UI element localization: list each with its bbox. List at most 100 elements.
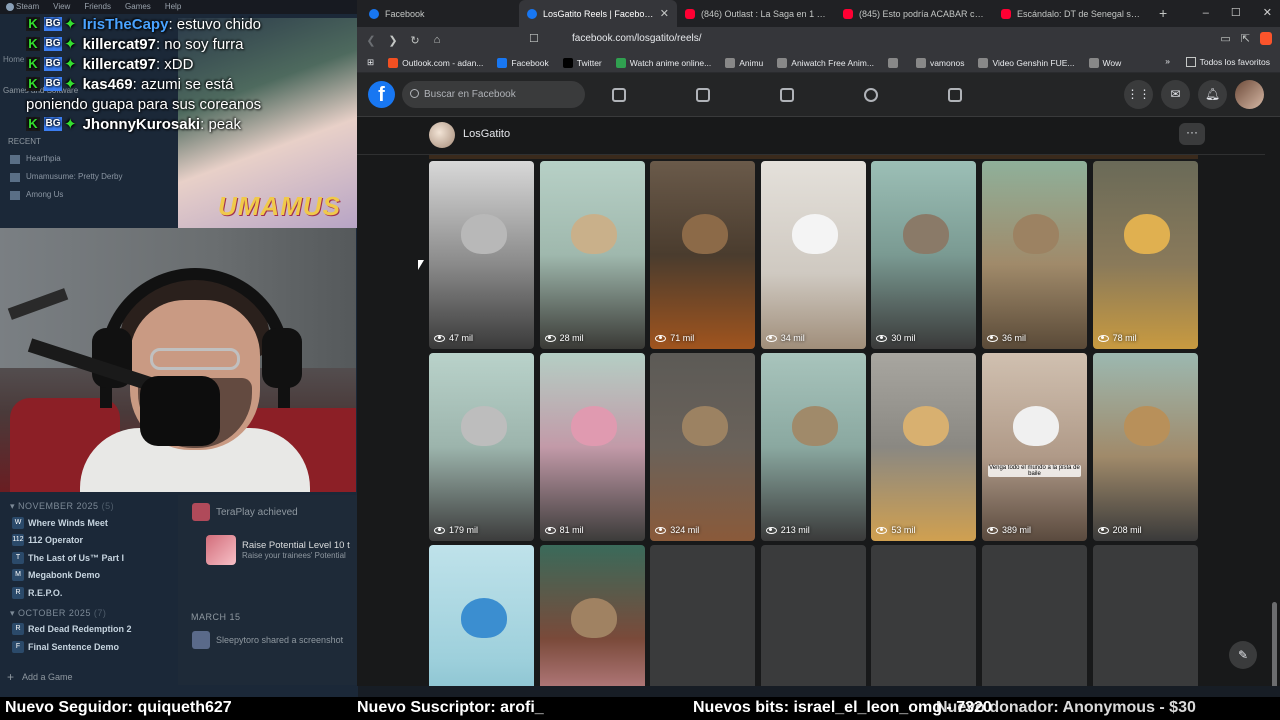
share-icon[interactable]: ⇱ [1241, 32, 1250, 45]
messenger-icon[interactable]: ✉ [1161, 80, 1190, 109]
facebook-search-input[interactable]: Buscar en Facebook [402, 81, 585, 108]
reel-thumbnail[interactable]: 47 mil [429, 161, 534, 349]
bookmark-item[interactable]: Twitter [562, 57, 602, 68]
browser-tab[interactable]: (846) Outlast : La Saga en 1 Video [677, 0, 835, 27]
reel-thumbnail[interactable]: 36 mil [981, 161, 1087, 349]
reel-thumbnail[interactable]: 78 mil [1092, 161, 1198, 349]
bookmark-item[interactable]: vamonos [915, 57, 964, 68]
facebook-logo-icon[interactable]: f [368, 81, 395, 108]
back-icon[interactable]: ❮ [365, 34, 377, 47]
browser-tab[interactable]: Escándalo: DT de Senegal se atrinc [993, 0, 1151, 27]
reel-thumbnail[interactable]: 179 mil [429, 353, 534, 541]
game-icon: F [12, 640, 24, 653]
tab-title: (845) Esto podría ACABAR con Du [859, 8, 985, 19]
reel-thumbnail[interactable]: 81 mil [539, 353, 645, 541]
minimize-icon[interactable]: – [1203, 0, 1209, 27]
reel-thumbnail[interactable] [539, 545, 645, 686]
cat-image [902, 213, 949, 254]
steam-recent-item[interactable]: Among Us [8, 186, 122, 204]
reel-thumbnail[interactable]: Venga todo el mundo a la pista de baile 3… [981, 353, 1087, 541]
close-tab-icon[interactable]: ✕ [660, 7, 669, 20]
apps-icon[interactable]: ⊞ [367, 57, 374, 68]
groups-nav-icon[interactable] [859, 83, 883, 107]
more-bookmarks-icon[interactable]: » [1165, 56, 1170, 66]
chat-sub-badge-icon: BG [44, 17, 62, 31]
sparkle-icon: ✦ [64, 16, 77, 33]
bookmark-favicon-icon [887, 57, 898, 68]
game-title: R.E.P.O. [28, 587, 63, 598]
bookmark-item[interactable] [887, 57, 902, 68]
forward-icon[interactable]: ❯ [387, 34, 399, 47]
library-game-item[interactable]: M Megabonk Demo [0, 567, 178, 585]
notifications-bell-icon[interactable]: 🔔︎ [1198, 80, 1227, 109]
library-game-item[interactable]: 112 112 Operator [0, 532, 178, 550]
video-nav-icon[interactable] [691, 83, 715, 107]
steam-menu-friends[interactable]: Friends [84, 0, 111, 14]
account-avatar[interactable] [1235, 80, 1264, 109]
reload-icon[interactable]: ↻ [409, 34, 421, 47]
all-bookmarks[interactable]: Todos los favoritos [1185, 57, 1270, 67]
bookmark-item[interactable]: Outlook.com - adan... [388, 57, 483, 68]
library-game-item[interactable]: W Where Winds Meet [0, 514, 178, 532]
library-section-header[interactable]: ▾ NOVEMBER 2025 (5) [0, 495, 178, 514]
library-game-item[interactable]: R Red Dead Redemption 2 [0, 621, 178, 639]
reel-thumbnail[interactable]: 34 mil [760, 161, 866, 349]
sparkle-icon: ✦ [64, 56, 77, 73]
add-game-button[interactable]: Add a Game [0, 667, 178, 687]
user-avatar[interactable] [192, 503, 210, 521]
steam-menu-help[interactable]: Help [165, 0, 181, 14]
bookmark-item[interactable]: Animu [725, 57, 763, 68]
reel-thumbnail[interactable]: 213 mil [760, 353, 866, 541]
maximize-icon[interactable]: ☐ [1231, 0, 1241, 27]
reel-thumbnail[interactable]: 53 mil [871, 353, 977, 541]
bookmark-item[interactable]: Aniwatch Free Anim... [777, 57, 874, 68]
chat-message: poniendo guapa para sus coreanos [0, 94, 358, 114]
steam-recent-item[interactable]: Umamusume: Pretty Derby [8, 168, 122, 186]
close-icon[interactable]: ✕ [1263, 0, 1272, 27]
steam-recent-item[interactable]: Hearthpia [8, 150, 122, 168]
reel-view-count: 47 mil [434, 333, 473, 343]
library-section-header[interactable]: ▾ OCTOBER 2025 (7) [0, 602, 178, 621]
browser-tab[interactable]: Facebook [361, 0, 519, 27]
reel-thumbnail[interactable] [429, 545, 534, 686]
compose-message-icon[interactable]: ✎ [1229, 641, 1257, 669]
gaming-nav-icon[interactable] [943, 83, 967, 107]
library-game-item[interactable]: T The Last of Us™ Part I [0, 549, 178, 567]
page-name[interactable]: LosGatito [463, 128, 510, 140]
brave-shield-icon[interactable] [1260, 32, 1272, 45]
steam-menu-view[interactable]: View [53, 0, 70, 14]
reel-thumbnail[interactable]: 71 mil [650, 161, 756, 349]
reel-view-count: 53 mil [876, 525, 915, 535]
reel-thumbnail[interactable]: 208 mil [1092, 353, 1198, 541]
scrollbar[interactable] [1272, 237, 1277, 686]
new-tab-button[interactable]: + [1151, 0, 1175, 27]
bookmark-item[interactable]: Watch anime online... [615, 57, 711, 68]
steam-menu-games[interactable]: Games [125, 0, 151, 14]
reel-thumbnail[interactable]: 324 mil [650, 353, 756, 541]
page-avatar[interactable] [429, 122, 455, 148]
user-avatar[interactable] [192, 631, 210, 649]
steam-menu-steam[interactable]: Steam [6, 0, 39, 14]
url-field[interactable]: facebook.com/losgatito/reels/ [572, 33, 702, 44]
reel-thumbnail[interactable]: 30 mil [871, 161, 977, 349]
library-section-count: (7) [93, 607, 107, 618]
home-nav-icon[interactable] [607, 83, 631, 107]
bookmark-icon[interactable]: ☐ [529, 32, 539, 45]
reel-thumbnail[interactable]: 28 mil [539, 161, 645, 349]
all-bookmarks-label: Todos los favoritos [1199, 57, 1270, 67]
library-game-item[interactable]: F Final Sentence Demo [0, 638, 178, 656]
browser-tab[interactable]: (845) Esto podría ACABAR con Du [835, 0, 993, 27]
steam-recent-list: Hearthpia Umamusume: Pretty Derby Among … [8, 150, 122, 204]
chat-message: K BG ✦ JhonnyKurosaki : peak [0, 114, 358, 134]
home-icon[interactable]: ⌂ [431, 34, 443, 46]
menu-grid-icon[interactable]: ⋮⋮ [1124, 80, 1153, 109]
reel-placeholder [1092, 545, 1198, 686]
bookmark-item[interactable]: Wow [1088, 57, 1121, 68]
cast-icon[interactable]: ▭ [1220, 32, 1230, 45]
bookmark-item[interactable]: Video Genshin FUE... [978, 57, 1075, 68]
bookmark-item[interactable]: Facebook [497, 57, 549, 68]
more-options-button[interactable]: ··· [1179, 123, 1205, 145]
browser-tab[interactable]: LosGatito Reels | Facebook ✕ [519, 0, 677, 27]
marketplace-nav-icon[interactable] [775, 83, 799, 107]
library-game-item[interactable]: R R.E.P.O. [0, 584, 178, 602]
